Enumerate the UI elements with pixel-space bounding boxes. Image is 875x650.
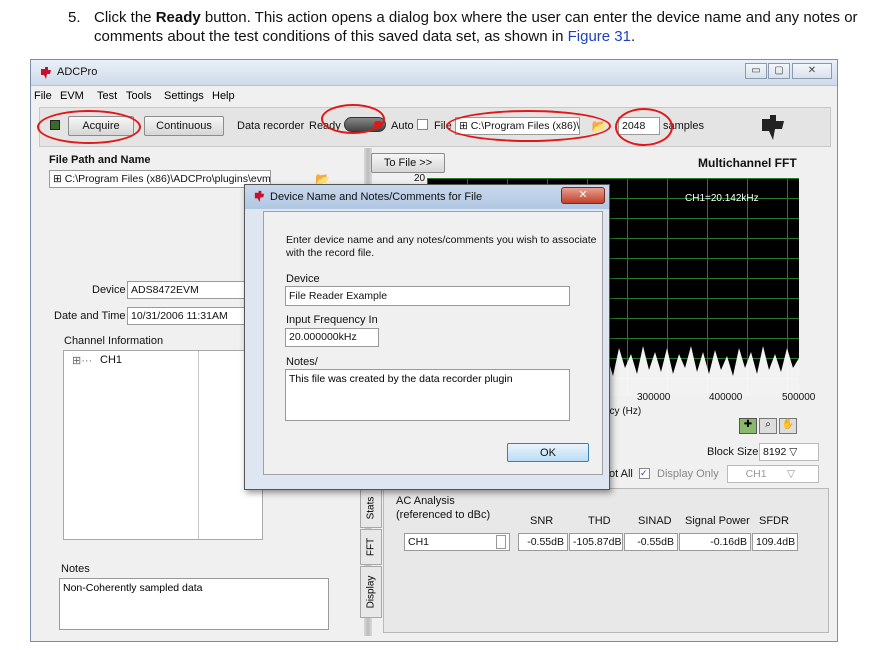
graph-pan-icon[interactable]: ✋ [779, 418, 797, 434]
auto-label: Auto [391, 120, 414, 132]
tree-expand-icon[interactable]: ⊞··· [72, 354, 92, 367]
device-label: Device [92, 284, 126, 296]
tree-item-ch1[interactable]: CH1 [100, 354, 122, 366]
channel-tree[interactable]: ⊞··· CH1 [63, 350, 263, 540]
graph-crosshair-icon[interactable]: ✚ [739, 418, 757, 434]
dialog-ok-button[interactable]: OK [507, 443, 589, 462]
device-field[interactable]: ADS8472EVM [127, 281, 247, 299]
dialog-body: Enter device name and any notes/comments… [263, 211, 603, 475]
continuous-button[interactable]: Continuous [144, 116, 224, 136]
cell-snr: -0.55dB [518, 533, 568, 551]
annotation-acquire [37, 110, 141, 144]
table-row-label: CH1 [404, 533, 510, 551]
step-text-bold: Ready [155, 9, 201, 26]
file-path-name-text: C:\Program Files (x86)\ADCPro\plugins\ev… [64, 173, 271, 185]
dialog-device-label: Device [286, 273, 320, 285]
annotation-samples [615, 108, 673, 146]
step-text-end: . [630, 28, 636, 45]
menu-help[interactable]: Help [212, 90, 235, 102]
plot-all-checkbox[interactable]: ✓ [639, 468, 650, 479]
header-sfdr: SFDR [759, 515, 789, 527]
minimize-button[interactable]: ▭ [745, 63, 767, 79]
toolbar: Acquire Continuous Data recorder Ready A… [39, 107, 831, 147]
file-path-heading: File Path and Name [49, 154, 151, 166]
notes-textarea[interactable]: Non-Coherently sampled data [59, 578, 329, 630]
ac-analysis-panel: AC Analysis (referenced to dBc) SNR THD … [383, 488, 829, 633]
device-notes-dialog: Device Name and Notes/Comments for File … [244, 184, 610, 490]
display-only-label: Display Only [657, 468, 719, 480]
tab-display-label: Display [365, 575, 377, 609]
tab-stats[interactable]: Stats [360, 488, 382, 528]
menu-file[interactable]: File [34, 90, 52, 102]
menu-tools[interactable]: Tools [126, 90, 152, 102]
row-color-swatch [496, 535, 506, 549]
header-snr: SNR [530, 515, 554, 527]
dialog-freq-label: Input Frequency In [286, 314, 378, 326]
tree-divider [198, 351, 199, 539]
cell-sinad: -0.55dB [624, 533, 678, 551]
referenced-label: (referenced to dBc) [396, 509, 491, 521]
tab-display[interactable]: Display [360, 566, 382, 618]
step-text: Click the Ready button. This action open… [94, 8, 874, 46]
chart-title: Multichannel FFT [698, 156, 797, 170]
close-button[interactable]: ✕ [792, 63, 832, 79]
step-text-pre: Click the [94, 9, 156, 26]
xtick-400000: 400000 [709, 392, 743, 403]
menu-bar: File EVM Test Tools Settings Help [31, 87, 837, 106]
window-titlebar: ADCPro ▭ ▢ ✕ [31, 60, 837, 86]
figure-link[interactable]: Figure 31 [568, 28, 631, 45]
to-file-button[interactable]: To File >> [371, 153, 445, 173]
data-recorder-label: Data recorder [237, 120, 305, 132]
dialog-titlebar: Device Name and Notes/Comments for File … [245, 185, 609, 209]
menu-evm[interactable]: EVM [60, 90, 84, 102]
step-number: 5. [68, 9, 81, 26]
block-size-select[interactable]: 8192 ▽ [759, 443, 819, 461]
date-time-field[interactable]: 10/31/2006 11:31AM [127, 307, 247, 325]
annotation-file [446, 110, 611, 142]
menu-settings[interactable]: Settings [164, 90, 204, 102]
chart-legend: CH1=20.142kHz [685, 193, 759, 204]
dialog-notes-label: Notes/ [286, 356, 318, 368]
file-path-name-field[interactable]: ⊞ C:\Program Files (x86)\ADCPro\plugins\… [49, 170, 271, 188]
graph-zoom-icon[interactable]: ⌕ [759, 418, 777, 434]
header-thd: THD [588, 515, 611, 527]
plot-all-label: ot All [609, 468, 633, 480]
channel-info-label: Channel Information [64, 335, 164, 347]
tab-stats-label: Stats [365, 496, 377, 520]
ti-brand-icon [762, 115, 784, 140]
dialog-notes-textarea[interactable]: This file was created by the data record… [285, 369, 570, 421]
cell-thd: -105.87dB [569, 533, 623, 551]
cell-signal-power: -0.16dB [679, 533, 751, 551]
ti-logo-icon [41, 67, 51, 79]
cell-sfdr: 109.4dB [752, 533, 798, 551]
annotation-ready [321, 104, 385, 134]
xtick-300000: 300000 [637, 392, 671, 403]
dialog-close-button[interactable]: ✕ [561, 187, 605, 204]
block-size-value: 8192 [763, 446, 787, 458]
dialog-freq-input[interactable]: 20.000000kHz [285, 328, 379, 347]
block-size-label: Block Size [707, 446, 759, 458]
tab-fft[interactable]: FFT [360, 529, 382, 565]
display-channel-select[interactable]: CH1 ▽ [727, 465, 819, 483]
xtick-500000: 500000 [782, 392, 816, 403]
notes-label: Notes [61, 563, 90, 575]
dialog-title: Device Name and Notes/Comments for File [270, 191, 483, 203]
date-time-label: Date and Time [54, 310, 126, 322]
dialog-ti-logo-icon [254, 190, 265, 203]
header-sinad: SINAD [638, 515, 672, 527]
menu-test[interactable]: Test [97, 90, 117, 102]
dialog-device-input[interactable]: File Reader Example [285, 286, 570, 306]
ac-analysis-label: AC Analysis [396, 495, 455, 507]
tab-fft-label: FFT [365, 537, 377, 557]
dialog-intro-text: Enter device name and any notes/comments… [286, 234, 597, 259]
window-title: ADCPro [57, 66, 98, 78]
maximize-button[interactable]: ▢ [768, 63, 790, 79]
display-channel-value: CH1 [745, 468, 767, 480]
step-text-post: button. This action opens a dialog box w… [94, 9, 858, 45]
chart-ytick-top: 20 [414, 173, 426, 184]
auto-checkbox[interactable] [417, 119, 428, 130]
header-signal-power: Signal Power [685, 515, 750, 527]
